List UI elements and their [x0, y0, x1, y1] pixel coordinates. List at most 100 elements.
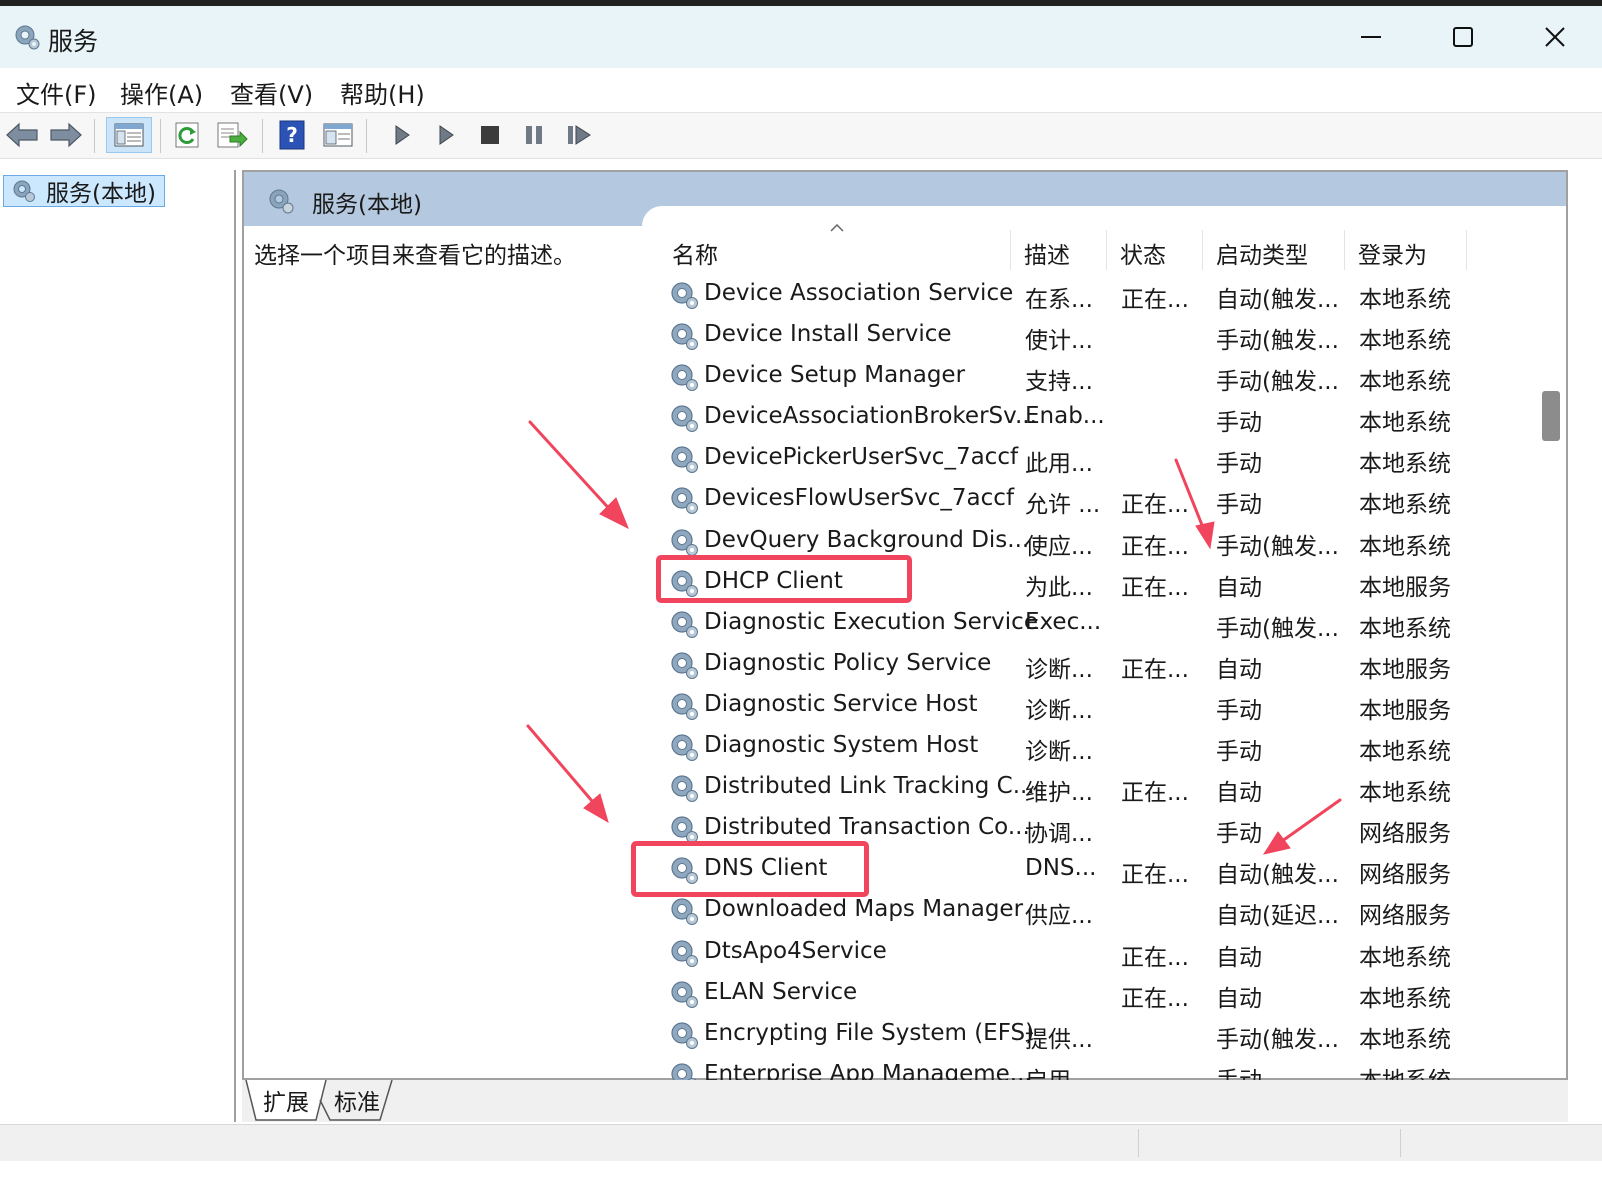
column-divider[interactable] [1010, 230, 1011, 270]
table-row[interactable]: Device Setup Manager 支持... 手动(触发... 本地系统 [664, 356, 1504, 397]
properties-button[interactable] [320, 117, 356, 153]
service-name: Downloaded Maps Manager [704, 896, 1024, 923]
back-button[interactable] [4, 117, 40, 153]
menu-view[interactable]: 查看(V) [230, 75, 313, 110]
menu-file[interactable]: 文件(F) [16, 75, 97, 110]
service-startup-type: 手动 [1216, 451, 1262, 478]
table-row[interactable]: Device Install Service 使计... 手动(触发... 本地系统 [664, 315, 1504, 356]
service-description: 启用... [1025, 1061, 1093, 1080]
start-service-alt-icon [439, 125, 454, 145]
service-name: DevQuery Background Dis... [704, 526, 1030, 553]
stop-service-button[interactable] [472, 117, 508, 153]
service-description: 使计... [1025, 328, 1093, 355]
column-divider[interactable] [1466, 230, 1467, 270]
service-description: 协调... [1025, 821, 1093, 848]
menu-action[interactable]: 操作(A) [120, 75, 203, 110]
maximize-button[interactable] [1418, 6, 1508, 68]
column-header-log-on-as[interactable]: 登录为 [1358, 236, 1427, 270]
service-description: 诊断... [1025, 739, 1093, 766]
refresh-button[interactable] [170, 117, 206, 153]
table-row[interactable]: Encrypting File System (EFS) 提供... 手动(触发..… [664, 1014, 1504, 1055]
service-log-on-as: 本地系统 [1359, 1061, 1451, 1080]
service-startup-type: 自动 [1216, 780, 1262, 807]
table-row[interactable]: DeviceAssociationBrokerSv... Enab... 手动 本地系… [664, 397, 1504, 438]
table-row[interactable]: Diagnostic System Host 诊断... 手动 本地系统 [664, 726, 1504, 767]
toolbar-separator [94, 119, 95, 153]
table-row[interactable]: ELAN Service 正在... 自动 本地系统 [664, 973, 1504, 1014]
service-gear-icon [671, 611, 698, 638]
service-name: Diagnostic Execution Service [704, 608, 1038, 635]
services-panel: 服务(本地) 选择一个项目来查看它的描述。 名称 描述 状态 启动类型 登录为 … [242, 170, 1568, 1080]
back-arrow-icon [6, 122, 38, 148]
tab-extended[interactable]: 扩展 [248, 1080, 324, 1120]
service-name: Diagnostic Service Host [704, 690, 978, 717]
status-separator [1138, 1129, 1139, 1157]
service-description: 维护... [1025, 780, 1093, 807]
service-name: Enterprise App Manageme... [704, 1060, 1032, 1080]
column-divider[interactable] [1202, 230, 1203, 270]
service-startup-type: 自动(触发... [1216, 862, 1339, 889]
toolbar-separator [160, 119, 161, 153]
service-startup-type: 手动 [1216, 697, 1262, 724]
column-header-description[interactable]: 描述 [1024, 236, 1070, 270]
tree-item-services-local[interactable]: 服务(本地) [3, 175, 165, 207]
resume-service-button[interactable] [562, 117, 598, 153]
column-header-name[interactable]: 名称 [672, 236, 718, 270]
pause-service-button[interactable] [516, 117, 552, 153]
service-description: Exec... [1025, 608, 1102, 635]
column-header-startup-type[interactable]: 启动类型 [1216, 236, 1308, 270]
table-row[interactable]: Diagnostic Execution Service Exec... 手动(触发… [664, 603, 1504, 644]
console-tree: 服务(本地) [0, 170, 236, 1122]
service-startup-type: 自动 [1216, 574, 1262, 601]
table-row[interactable]: Distributed Link Tracking C... 维护... 正在...… [664, 767, 1504, 808]
services-list: Device Association Service 在系... 正在... 自动(触… [664, 274, 1504, 1080]
export-list-icon [217, 122, 248, 148]
column-header-status[interactable]: 状态 [1120, 236, 1166, 270]
service-gear-icon [671, 446, 698, 474]
show-hide-console-tree-button[interactable] [106, 117, 152, 153]
help-button[interactable]: ? [274, 117, 310, 153]
table-row[interactable]: Enterprise App Manageme...启用... 手动 本地系统 [664, 1055, 1504, 1080]
service-name: Encrypting File System (EFS) [704, 1019, 1035, 1046]
service-log-on-as: 本地系统 [1359, 944, 1451, 971]
service-log-on-as: 网络服务 [1359, 821, 1451, 848]
service-description: 允许 ... [1025, 492, 1101, 519]
minimize-button[interactable] [1326, 6, 1416, 68]
table-row[interactable]: Diagnostic Policy Service 诊断... 正在... 自动 本地服… [664, 644, 1504, 685]
table-row[interactable]: DtsApo4Service 正在... 自动 本地系统 [664, 932, 1504, 973]
scrollbar-thumb[interactable] [1542, 391, 1560, 441]
service-status: 正在... [1121, 287, 1189, 313]
vertical-scrollbar[interactable] [1538, 227, 1566, 1078]
column-divider[interactable] [1106, 230, 1107, 270]
service-log-on-as: 本地系统 [1359, 287, 1451, 313]
close-button[interactable] [1510, 6, 1600, 68]
service-gear-icon [671, 282, 698, 309]
service-log-on-as: 网络服务 [1359, 903, 1451, 930]
service-description: DNS... [1025, 855, 1097, 882]
tab-standard[interactable]: 标准 [322, 1080, 392, 1120]
start-service-alt-button[interactable] [428, 117, 464, 153]
menu-help[interactable]: 帮助(H) [340, 75, 425, 110]
service-startup-type: 自动(延迟... [1216, 903, 1339, 930]
description-hint: 选择一个项目来查看它的描述。 [254, 243, 576, 269]
service-description: 支持... [1025, 369, 1093, 396]
table-row[interactable]: Diagnostic Service Host 诊断... 手动 本地服务 [664, 685, 1504, 726]
service-description: 使应... [1025, 533, 1093, 560]
service-startup-type: 自动 [1216, 656, 1262, 683]
service-status: 正在... [1121, 780, 1189, 807]
table-row[interactable]: DevicePickerUserSvc_7accf 此用... 手动 本地系统 [664, 438, 1504, 479]
service-status: 正在... [1121, 985, 1189, 1012]
service-status: 正在... [1121, 533, 1189, 560]
forward-button[interactable] [48, 117, 84, 153]
start-service-button[interactable] [384, 117, 420, 153]
table-row[interactable]: DevicesFlowUserSvc_7accf 允许 ... 正在... 手动 本地系… [664, 479, 1504, 520]
table-row[interactable]: Device Association Service 在系... 正在... 自动(触… [664, 274, 1504, 315]
service-status: 正在... [1121, 656, 1189, 683]
toolbar-separator [262, 119, 263, 153]
column-divider[interactable] [1344, 230, 1345, 270]
service-name: Diagnostic Policy Service [704, 649, 992, 676]
service-startup-type: 手动 [1216, 410, 1262, 437]
help-icon: ? [279, 120, 305, 150]
service-name: Distributed Transaction Co... [704, 814, 1030, 841]
export-list-button[interactable] [214, 117, 250, 153]
